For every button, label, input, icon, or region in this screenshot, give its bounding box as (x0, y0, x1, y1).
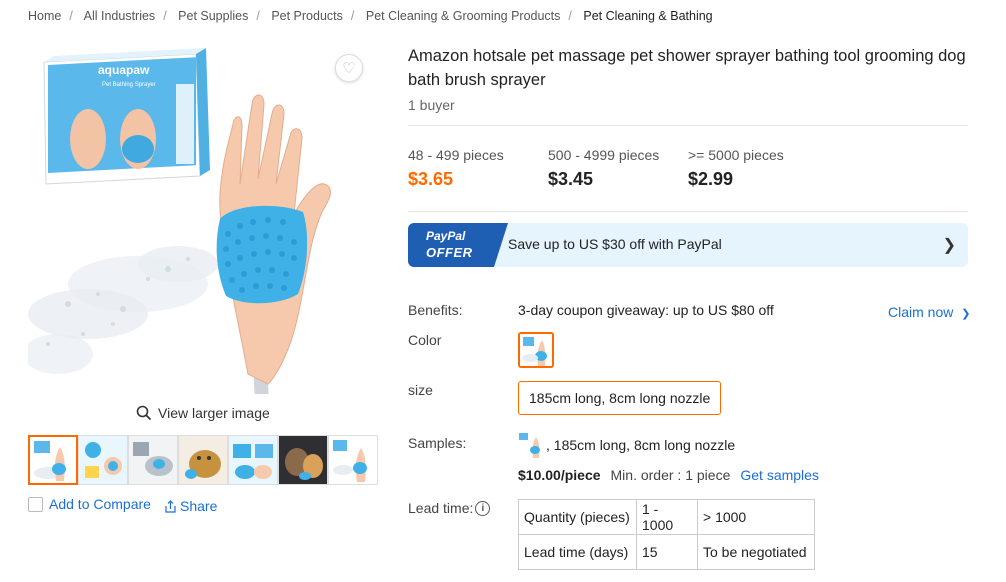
thumbnail-3[interactable] (128, 435, 178, 485)
thumbnail-5[interactable] (228, 435, 278, 485)
sample-variant-text: , 185cm long, 8cm long nozzle (546, 437, 736, 453)
buyer-count: 1 buyer (408, 97, 455, 113)
table-cell: 15 (636, 534, 698, 570)
size-option[interactable]: 185cm long, 8cm long nozzle (518, 381, 722, 415)
price-tier-3: >= 5000 pieces $2.99 (688, 147, 784, 190)
table-cell: Lead time (days) (518, 534, 637, 570)
share-button[interactable]: Share (164, 498, 217, 514)
thumbnail-7[interactable] (328, 435, 378, 485)
add-to-compare[interactable]: Add to Compare (28, 496, 151, 512)
claim-now-link[interactable]: Claim now ❯ (888, 304, 970, 320)
share-icon (165, 499, 176, 513)
breadcrumb-pet-products[interactable]: Pet Products (271, 9, 343, 23)
paypal-badge-line2: OFFER (426, 245, 473, 260)
breadcrumb-pet-cleaning-grooming[interactable]: Pet Cleaning & Grooming Products (366, 9, 561, 23)
sample-min-order: Min. order : 1 piece (610, 467, 731, 483)
view-larger-image-link[interactable]: View larger image (136, 405, 270, 421)
heart-icon: ♡ (342, 60, 356, 77)
sample-meta: $10.00/piece Min. order : 1 piece Get sa… (518, 467, 819, 483)
table-row: Quantity (pieces) 1 - 1000 > 1000 (518, 499, 815, 535)
paypal-offer-text: Save up to US $30 off with PayPal (508, 236, 722, 252)
price-tier-price: $3.65 (408, 169, 454, 189)
search-icon (136, 405, 152, 421)
paypal-offer-banner[interactable]: PayPal OFFER Save up to US $30 off with … (408, 223, 968, 267)
paypal-badge-line1: PayPal (426, 229, 466, 243)
table-row: Lead time (days) 15 To be negotiated (518, 534, 815, 570)
divider (408, 125, 968, 126)
sample-variant: , 185cm long, 8cm long nozzle (518, 432, 735, 458)
compare-checkbox[interactable] (28, 496, 43, 512)
product-title: Amazon hotsale pet massage pet shower sp… (408, 47, 966, 89)
price-tier-range: 500 - 4999 pieces (548, 147, 660, 163)
benefits-label: Benefits: (408, 302, 463, 318)
lead-time-table: Quantity (pieces) 1 - 1000 > 1000 Lead t… (518, 499, 815, 570)
main-product-image[interactable]: aquapaw Pet Bathing Sprayer (28, 44, 378, 394)
svg-text:Pet Bathing Sprayer: Pet Bathing Sprayer (102, 82, 156, 88)
price-tier-1: 48 - 499 pieces $3.65 (408, 147, 504, 190)
paypal-offer-badge: PayPal OFFER (408, 223, 508, 267)
get-samples-link[interactable]: Get samples (740, 467, 819, 483)
samples-label: Samples: (408, 435, 467, 451)
breadcrumb-pet-supplies[interactable]: Pet Supplies (178, 9, 248, 23)
table-cell: To be negotiated (697, 534, 815, 570)
share-label: Share (180, 498, 218, 514)
claim-now-label: Claim now (888, 304, 954, 320)
sample-thumbnail (518, 432, 544, 458)
compare-label: Add to Compare (49, 496, 151, 512)
thumbnail-2[interactable] (78, 435, 128, 485)
price-tier-range: >= 5000 pieces (688, 147, 784, 163)
breadcrumb-home[interactable]: Home (28, 9, 61, 23)
favorite-button[interactable]: ♡ (335, 54, 363, 82)
breadcrumb-pet-cleaning-bathing[interactable]: Pet Cleaning & Bathing (583, 9, 712, 23)
divider (408, 211, 968, 212)
table-cell: 1 - 1000 (636, 499, 698, 535)
size-label: size (408, 382, 433, 398)
table-cell: Quantity (pieces) (518, 499, 637, 535)
price-tier-price: $3.45 (548, 169, 594, 189)
breadcrumb: Home / All Industries / Pet Supplies / Pet … (28, 9, 713, 23)
benefit-text: 3-day coupon giveaway: up to US $80 off (518, 302, 774, 318)
lead-time-label-group: Lead time: i (408, 500, 491, 516)
thumbnail-4[interactable] (178, 435, 228, 485)
breadcrumb-all-industries[interactable]: All Industries (84, 9, 156, 23)
svg-text:aquapaw: aquapaw (98, 63, 150, 77)
color-label: Color (408, 332, 442, 348)
thumbnail-6[interactable] (278, 435, 328, 485)
price-tier-price: $2.99 (688, 169, 734, 189)
price-tier-range: 48 - 499 pieces (408, 147, 504, 163)
chevron-right-icon: ❯ (942, 237, 956, 254)
info-icon[interactable]: i (475, 500, 491, 516)
view-larger-label: View larger image (158, 405, 270, 421)
chevron-right-icon: ❯ (961, 308, 971, 320)
price-tier-2: 500 - 4999 pieces $3.45 (548, 147, 659, 190)
thumbnail-strip (28, 435, 378, 485)
lead-time-label: Lead time: (408, 500, 474, 516)
table-cell: > 1000 (697, 499, 815, 535)
sample-price: $10.00/piece (518, 467, 601, 483)
color-option-swatch[interactable] (518, 332, 554, 368)
thumbnail-1[interactable] (28, 435, 78, 485)
